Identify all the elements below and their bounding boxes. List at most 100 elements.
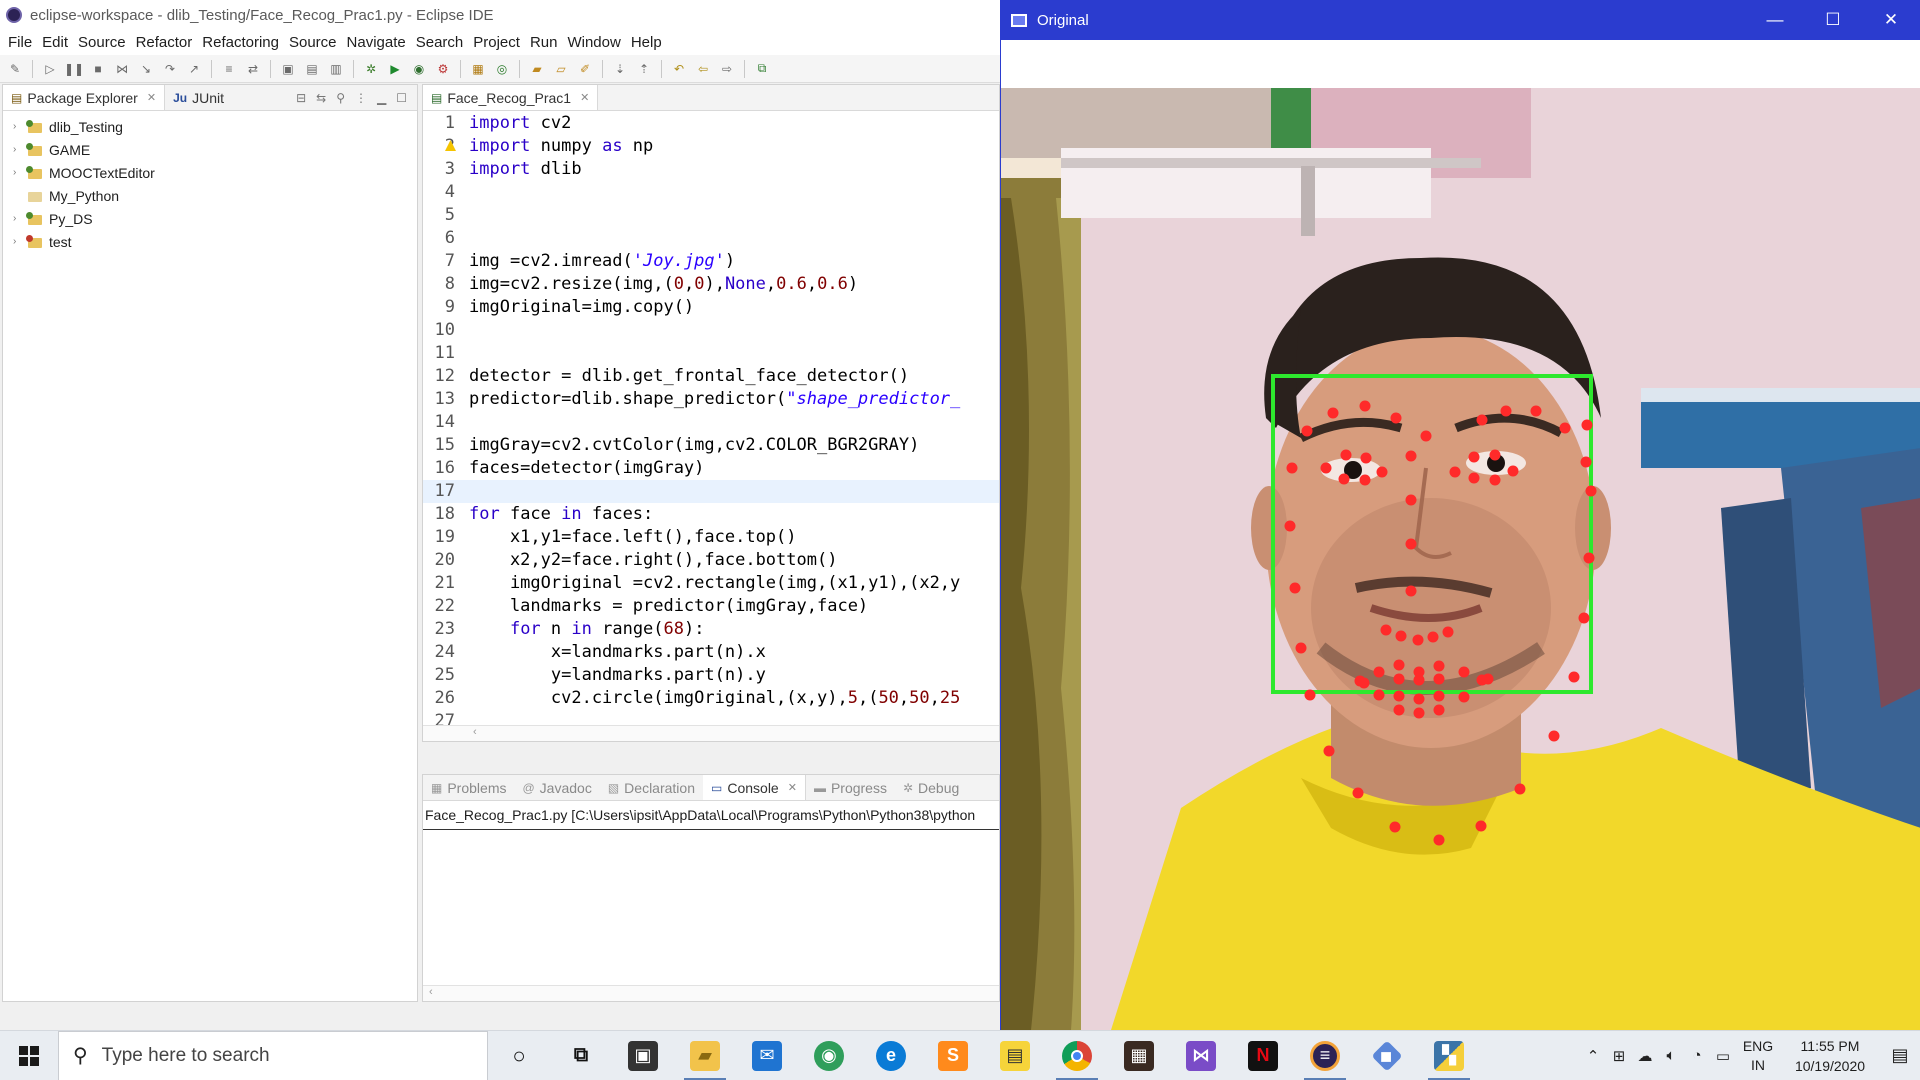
menu-source[interactable]: Source [76,34,134,51]
step-return-icon[interactable]: ↗ [185,60,203,78]
tree-item-my-python[interactable]: My_Python [3,184,417,207]
toggle-icon[interactable]: ⇄ [244,60,262,78]
minimize-button[interactable]: — [1746,0,1804,40]
forward-icon[interactable]: ⇨ [718,60,736,78]
prev-annotation-icon[interactable]: ⇡ [635,60,653,78]
view-menu-icon[interactable]: ⋮ [355,91,367,105]
tree-item-test[interactable]: › test [3,230,417,253]
save-all-icon[interactable]: ▥ [327,60,345,78]
menu-navigate[interactable]: Navigate [345,34,414,51]
tree-item-game[interactable]: › GAME [3,138,417,161]
tree-item-py-ds[interactable]: › Py_DS [3,207,417,230]
taskbar-search-box[interactable]: ⚲ Type here to search [58,1030,488,1080]
wifi-icon[interactable]: ◔ [1684,1047,1710,1064]
coverage-icon[interactable]: ◉ [410,60,428,78]
chevron-right-icon[interactable]: › [13,167,27,178]
run-icon[interactable]: ▶ [386,60,404,78]
maps-icon[interactable]: ◉ [798,1031,860,1080]
store-icon[interactable]: ▣ [612,1031,674,1080]
clock[interactable]: 11:55 PM 10/19/2020 [1780,1036,1880,1076]
minimize-view-icon[interactable]: ▁ [377,91,386,105]
battery-icon[interactable]: ▭ [1710,1047,1736,1065]
tab-face-recog-prac1[interactable]: ▤ Face_Recog_Prac1 ✕ [423,85,599,110]
open-folder-icon[interactable]: ▰ [528,60,546,78]
edge-icon[interactable]: e [860,1031,922,1080]
file-explorer-icon[interactable]: ▰ [674,1031,736,1080]
tree-item-dlib-testing[interactable]: › dlib_Testing [3,115,417,138]
disconnect-icon[interactable]: ⋈ [113,60,131,78]
menu-source-2[interactable]: Source [287,34,345,51]
menu-refactor[interactable]: Refactor [134,34,201,51]
chevron-right-icon[interactable]: › [13,144,27,155]
close-icon[interactable]: ✕ [788,781,797,794]
debug-icon[interactable]: ✲ [362,60,380,78]
language-indicator[interactable]: ENG IN [1736,1037,1780,1075]
volume-icon[interactable]: 🔈︎ [1658,1047,1684,1064]
code-area[interactable]: 1 import cv2 2import numpy as np 3 import … [423,112,999,725]
editor-horizontal-scrollbar[interactable]: ‹ [423,725,999,741]
netflix-icon[interactable]: N [1232,1031,1294,1080]
chevron-right-icon[interactable]: › [13,236,27,247]
step-into-icon[interactable]: ↘ [137,60,155,78]
close-button[interactable]: ✕ [1862,0,1920,40]
close-icon[interactable]: ✕ [147,91,156,104]
task-view-icon[interactable]: ⧉ [550,1031,612,1080]
tab-progress[interactable]: ▬ Progress [806,775,895,800]
chevron-right-icon[interactable]: › [13,121,27,132]
tab-declaration[interactable]: ▧ Declaration [600,775,703,800]
tab-problems[interactable]: ▦ Problems [423,775,514,800]
visual-studio-icon[interactable]: ⋈ [1170,1031,1232,1080]
save-icon[interactable]: ▤ [303,60,321,78]
format-icon[interactable]: ≡ [220,60,238,78]
mail-icon[interactable]: ✉ [736,1031,798,1080]
tree-item-mooctexteditor[interactable]: › MOOCTextEditor [3,161,417,184]
next-annotation-icon[interactable]: ⇣ [611,60,629,78]
tab-console[interactable]: ▭ Console ✕ [703,775,806,800]
new-class-icon[interactable]: ◎ [493,60,511,78]
tab-junit[interactable]: Ju JUnit [165,85,232,110]
back-icon[interactable]: ⇦ [694,60,712,78]
pin-icon[interactable]: ✎ [6,60,24,78]
photos-icon[interactable]: ▦ [1108,1031,1170,1080]
step-over-icon[interactable]: ↷ [161,60,179,78]
chevron-up-icon[interactable]: ⌃ [1580,1047,1606,1065]
menu-refactoring[interactable]: Refactoring [200,34,287,51]
menu-run[interactable]: Run [528,34,566,51]
tab-package-explorer[interactable]: ▤ Package Explorer ✕ [3,85,166,110]
python-icon[interactable]: ▚ [1418,1031,1480,1080]
resume-icon[interactable]: ▷ [41,60,59,78]
menu-help[interactable]: Help [629,34,670,51]
suspend-icon[interactable]: ❚❚ [64,60,84,78]
menu-file[interactable]: File [6,34,40,51]
console-horizontal-scrollbar[interactable]: ‹ [423,985,999,1001]
menu-project[interactable]: Project [471,34,528,51]
collapse-all-icon[interactable]: ⊟ [296,91,306,105]
start-button[interactable] [0,1031,58,1080]
external-tools-icon[interactable]: ⚙ [434,60,452,78]
chevron-right-icon[interactable]: › [13,213,27,224]
sublime-icon[interactable]: S [922,1031,984,1080]
git-icon[interactable]: ◆ [1356,1031,1418,1080]
tab-javadoc[interactable]: @ Javadoc [514,775,599,800]
new-icon[interactable]: ▣ [279,60,297,78]
last-edit-icon[interactable]: ↶ [670,60,688,78]
open-file-icon[interactable]: ▱ [552,60,570,78]
maximize-button[interactable]: ☐ [1804,0,1862,40]
cortana-icon[interactable]: ○ [488,1031,550,1080]
chrome-icon[interactable] [1046,1031,1108,1080]
open-perspective-icon[interactable]: ⧉ [753,60,771,78]
search-tool-icon[interactable]: ✐ [576,60,594,78]
maximize-view-icon[interactable]: ☐ [396,91,407,105]
menu-search[interactable]: Search [414,34,472,51]
onedrive-cloud-icon[interactable]: ☁ [1632,1047,1658,1065]
notification-center-icon[interactable]: ▤ [1880,1045,1920,1066]
link-editor-icon[interactable]: ⇆ [316,91,326,105]
eclipse-icon[interactable]: ≡ [1294,1031,1356,1080]
menu-edit[interactable]: Edit [40,34,76,51]
tab-debug[interactable]: ✲ Debug [895,775,967,800]
terminate-icon[interactable]: ■ [89,60,107,78]
menu-window[interactable]: Window [565,34,628,51]
new-project-icon[interactable]: ▦ [469,60,487,78]
filter-icon[interactable]: ⚲ [336,91,345,105]
network-alert-icon[interactable]: ⊞ [1606,1047,1632,1065]
